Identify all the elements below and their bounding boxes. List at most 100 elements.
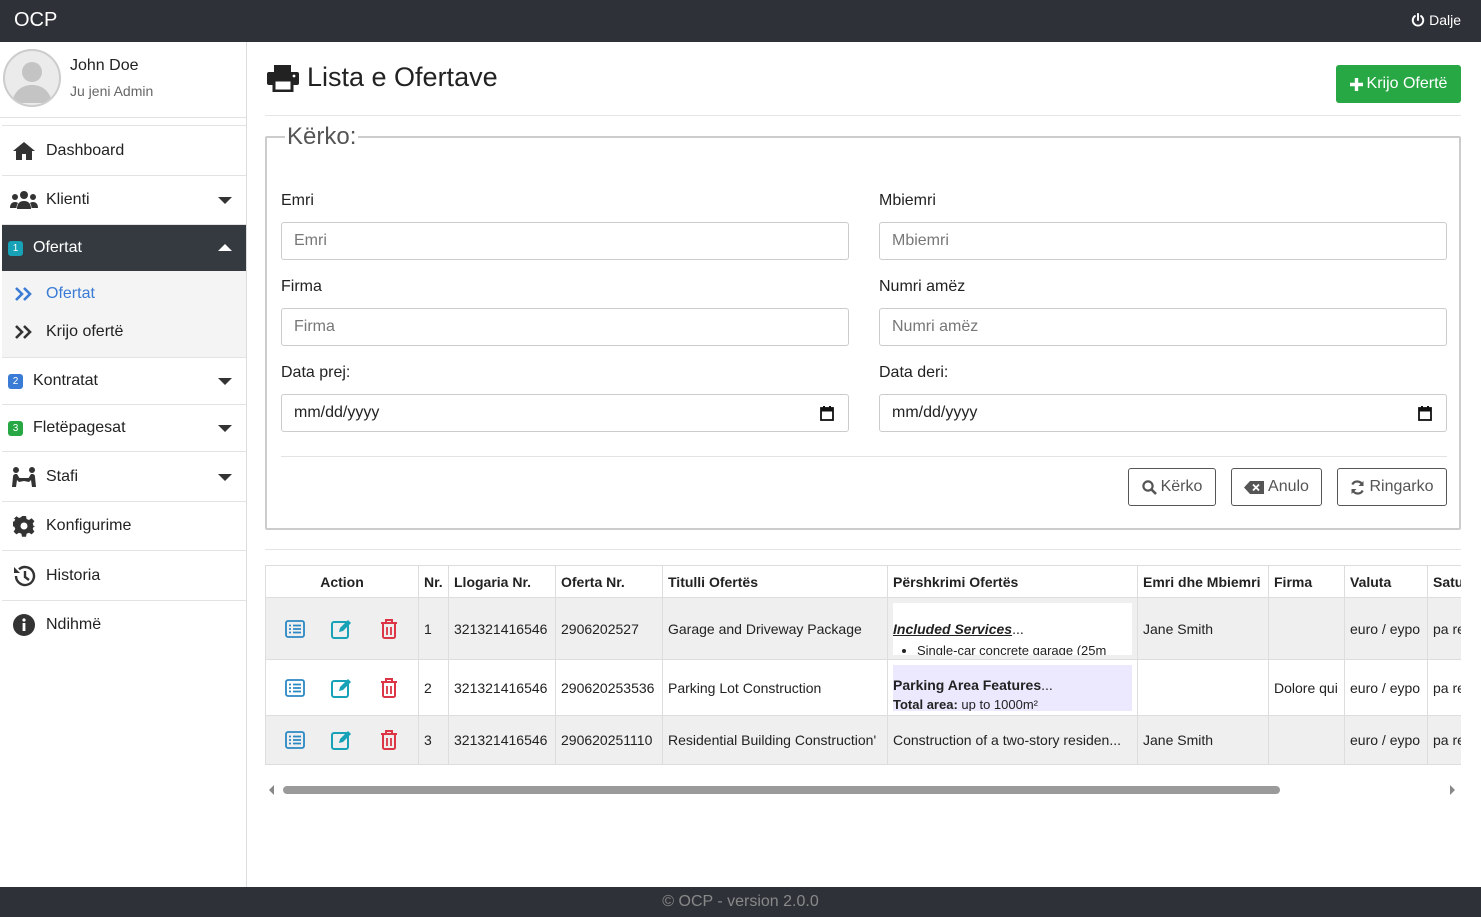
desc-ellipsis: ...: [1012, 620, 1024, 637]
data-deri-label: Data deri:: [879, 364, 949, 381]
cell-oferta: 290620251110: [555, 715, 663, 765]
search-button[interactable]: Kërko: [1128, 468, 1216, 506]
delete-icon[interactable]: [366, 677, 413, 698]
submenu-item-krijo-oferte[interactable]: Krijo ofertë: [2, 314, 246, 350]
sidebar-item-label: Stafi: [46, 467, 79, 485]
user-role: Ju jeni Admin: [70, 83, 154, 99]
brand-logo[interactable]: OCP: [14, 9, 57, 32]
chevron-down-icon: [218, 378, 232, 385]
scrollbar-thumb[interactable]: [283, 786, 1280, 794]
emri-label: Emri: [281, 192, 314, 209]
emri-input[interactable]: Emri: [281, 222, 849, 260]
user-panel: John Doe Ju jeni Admin: [0, 44, 246, 118]
scroll-left-arrow-icon[interactable]: [269, 785, 274, 795]
cell-titulli: Residential Building Construction': [662, 715, 888, 765]
chevron-up-icon: [218, 244, 232, 251]
cell-firma: Dolore qui: [1268, 659, 1345, 716]
edit-icon[interactable]: [318, 730, 365, 750]
cell-emri: Jane Smith: [1137, 715, 1269, 765]
column-header[interactable]: Firma: [1268, 565, 1345, 598]
numri-amez-label: Numri amëz: [879, 278, 966, 295]
table-row: 2 321321416546 290620253536 Parking Lot …: [265, 659, 1461, 716]
sidebar-item-kontratat[interactable]: 2 Kontratat: [2, 357, 246, 404]
create-offer-button[interactable]: Krijo Ofertë: [1336, 65, 1461, 103]
column-header[interactable]: Oferta Nr.: [555, 565, 663, 598]
delete-icon[interactable]: [366, 618, 413, 639]
sidebar: John Doe Ju jeni Admin Dashboard Klienti…: [0, 42, 247, 887]
cell-llogaria: 321321416546: [448, 715, 556, 765]
footer: © OCP - version 2.0.0: [0, 887, 1481, 917]
view-list-icon[interactable]: [271, 678, 318, 697]
cell-llogaria: 321321416546: [448, 597, 556, 660]
cell-emri: Jane Smith: [1137, 597, 1269, 660]
reload-button[interactable]: Ringarko: [1337, 468, 1447, 506]
refresh-icon: [1351, 479, 1365, 495]
edit-icon[interactable]: [318, 678, 365, 698]
action-cell: [265, 715, 419, 765]
column-header[interactable]: Valuta: [1344, 565, 1428, 598]
divider: [281, 456, 1447, 457]
cell-firma: [1268, 715, 1345, 765]
data-prej-label: Data prej:: [281, 364, 351, 381]
submenu-item-label: Ofertat: [46, 285, 95, 302]
cell-statusi: pa re: [1427, 597, 1461, 660]
divider: [265, 549, 1461, 550]
sidebar-item-label: Ofertat: [33, 239, 82, 256]
sidebar-item-label: Ndihmë: [46, 616, 102, 633]
chevron-down-icon: [218, 473, 232, 481]
data-deri-input[interactable]: mm/dd/yyyy: [879, 394, 1447, 432]
firma-input[interactable]: Firma: [281, 308, 849, 346]
cell-oferta: 290620253536: [555, 659, 663, 716]
offers-table-container[interactable]: Action Nr. Llogaria Nr. Oferta Nr. Titul…: [265, 565, 1461, 766]
sidebar-item-ofertat[interactable]: 1 Ofertat: [2, 224, 246, 271]
users-icon: [10, 191, 38, 209]
sidebar-item-klienti[interactable]: Klienti: [2, 175, 246, 224]
logout-label: Dalje: [1429, 12, 1461, 28]
column-header[interactable]: Titulli Ofertës: [662, 565, 888, 598]
column-header[interactable]: Action: [265, 565, 419, 598]
cell-pershkrimi: Parking Area Features... Total area: up …: [887, 659, 1138, 716]
cancel-button[interactable]: Anulo: [1231, 468, 1322, 506]
desc-sub-label: Total area:: [893, 696, 958, 711]
cell-oferta: 2906202527: [555, 597, 663, 660]
calendar-icon[interactable]: [1418, 406, 1432, 421]
submenu-item-ofertat[interactable]: Ofertat: [2, 276, 246, 312]
cell-statusi: pa re: [1427, 659, 1461, 716]
data-prej-input[interactable]: mm/dd/yyyy: [281, 394, 849, 432]
column-header[interactable]: Përshkrimi Ofertës: [887, 565, 1138, 598]
column-header[interactable]: Emri dhe Mbiemri: [1137, 565, 1269, 598]
divider: [265, 115, 1461, 116]
search-button-label: Kërko: [1160, 478, 1203, 495]
sidebar-item-label: Klienti: [46, 191, 90, 208]
edit-icon[interactable]: [318, 619, 365, 639]
sidebar-item-stafi[interactable]: Stafi: [2, 451, 246, 501]
column-header[interactable]: Llogaria Nr.: [448, 565, 556, 598]
desc-title: Included Services: [893, 620, 1013, 637]
sidebar-item-historia[interactable]: Historia: [2, 550, 246, 600]
desc-sub-value: up to 1000m²: [957, 696, 1038, 711]
search-panel: Kërko: Emri Emri Mbiemri Mbiemri Firma F…: [265, 123, 1461, 530]
ofertat-submenu: Ofertat Krijo ofertë: [2, 271, 246, 357]
cell-firma: [1268, 597, 1345, 660]
column-header[interactable]: Nr.: [418, 565, 449, 598]
scroll-right-arrow-icon[interactable]: [1450, 785, 1455, 795]
sidebar-item-dashboard[interactable]: Dashboard: [2, 125, 246, 175]
sidebar-item-fletepagesat[interactable]: 3 Fletëpagesat: [2, 404, 246, 451]
numri-amez-input[interactable]: Numri amëz: [879, 308, 1447, 346]
action-cell: [265, 659, 419, 716]
submenu-item-label: Krijo ofertë: [46, 323, 124, 340]
user-name: John Doe: [70, 57, 139, 74]
mbiemri-input[interactable]: Mbiemri: [879, 222, 1447, 260]
logout-button[interactable]: Dalje: [1411, 12, 1461, 28]
delete-icon[interactable]: [366, 730, 413, 750]
horizontal-scrollbar[interactable]: [265, 784, 1461, 796]
double-chevron-right-icon: [15, 325, 32, 339]
view-list-icon[interactable]: [271, 731, 318, 749]
sidebar-item-ndihme[interactable]: Ndihmë: [2, 600, 246, 649]
page-title: Lista e Ofertave: [307, 62, 498, 92]
view-list-icon[interactable]: [271, 619, 318, 638]
cell-statusi: pa re: [1427, 715, 1461, 765]
column-header[interactable]: Satu: [1427, 565, 1461, 598]
sidebar-item-konfigurime[interactable]: Konfigurime: [2, 501, 246, 550]
calendar-icon[interactable]: [820, 406, 834, 421]
